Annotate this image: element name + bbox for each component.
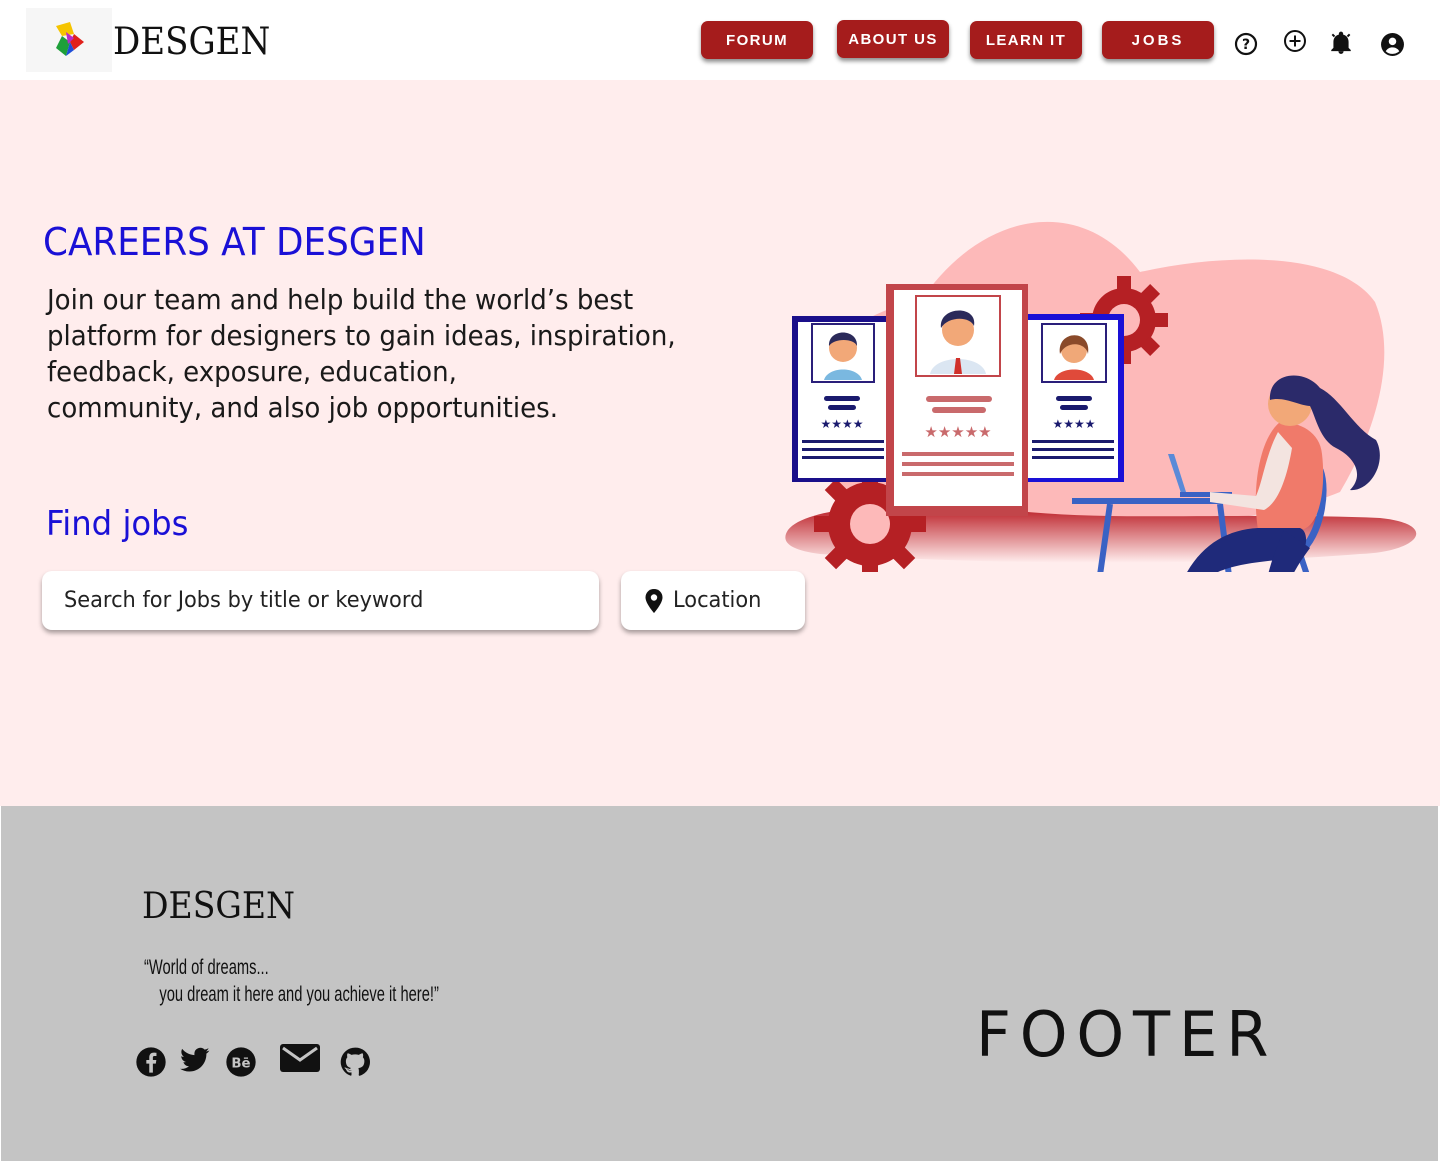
nav-jobs-button[interactable]: JOBS <box>1102 21 1214 59</box>
nav-learn-it-label: LEARN IT <box>985 31 1067 49</box>
description-line: platform for designers to gain ideas, in… <box>47 319 676 352</box>
brand-name: DESGEN <box>113 20 271 63</box>
behance-icon[interactable]: Bē <box>225 1046 257 1078</box>
svg-text:★★★★: ★★★★ <box>820 417 863 431</box>
top-header: DESGEN FORUM ABOUT US LEARN IT JOBS ? <box>0 0 1440 80</box>
logo-icon <box>56 22 84 56</box>
nav-forum-button[interactable]: FORUM <box>701 21 813 59</box>
job-search-input[interactable]: Search for Jobs by title or keyword <box>42 571 599 630</box>
nav-learn-it-button[interactable]: LEARN IT <box>970 21 1082 59</box>
tagline-line: you dream it here and you achieve it her… <box>159 983 439 1006</box>
nav-about-us-label: ABOUT US <box>848 30 938 48</box>
svg-text:★★★★★: ★★★★★ <box>924 423 991 441</box>
twitter-icon[interactable] <box>180 1046 210 1074</box>
svg-text:?: ? <box>1242 37 1250 53</box>
footer-tagline: “World of dreams... you dream it here an… <box>144 954 439 1008</box>
tagline-line: “World of dreams... <box>144 956 269 979</box>
hero-description: Join our team and help build the world’s… <box>47 282 698 426</box>
job-search-placeholder: Search for Jobs by title or keyword <box>64 588 424 613</box>
careers-illustration: ★★★★ ★★★★ ★★★★★ <box>785 221 1417 572</box>
hero-section: CAREERS AT DESGEN Join our team and help… <box>0 80 1440 806</box>
description-line: Join our team and help build the world’s… <box>47 283 634 316</box>
nav-forum-label: FORUM <box>726 31 788 49</box>
location-pin-icon <box>645 588 663 613</box>
github-icon[interactable] <box>340 1046 370 1078</box>
svg-text:Bē: Bē <box>231 1056 250 1071</box>
footer-brand-name: DESGEN <box>142 886 296 927</box>
location-input[interactable]: Location <box>621 571 805 630</box>
footer: DESGEN “World of dreams... you dream it … <box>1 806 1438 1161</box>
help-icon[interactable]: ? <box>1233 31 1259 57</box>
description-line: feedback, exposure, education, <box>47 355 457 388</box>
add-icon[interactable] <box>1282 28 1308 54</box>
mail-icon[interactable] <box>280 1044 320 1072</box>
account-icon[interactable] <box>1379 31 1405 57</box>
description-line: community, and also job opportunities. <box>47 391 559 424</box>
nav-jobs-label: JOBS <box>1131 31 1185 49</box>
location-placeholder: Location <box>673 588 762 613</box>
logo[interactable] <box>26 8 112 72</box>
nav-about-us-button[interactable]: ABOUT US <box>837 20 949 58</box>
find-jobs-heading: Find jobs <box>46 504 189 544</box>
footer-label: FOOTER <box>976 998 1278 1071</box>
notification-bell-icon[interactable] <box>1328 30 1354 56</box>
svg-text:★★★★: ★★★★ <box>1052 417 1095 431</box>
facebook-icon[interactable] <box>135 1046 167 1078</box>
page-title: CAREERS AT DESGEN <box>43 220 426 264</box>
